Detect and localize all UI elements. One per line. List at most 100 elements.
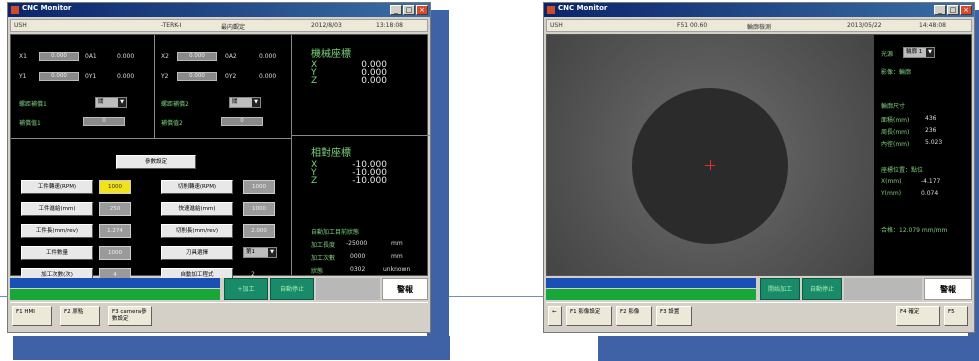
pitch-comp-2-label: 螺距補償2 <box>161 101 189 108</box>
window-title: CNC Monitor <box>22 4 72 12</box>
contour-size-title: 輪廓尺寸 <box>881 103 906 110</box>
status-unit-state: unknown <box>383 266 411 273</box>
title-bar: CNC Monitor _ □ × <box>544 3 974 17</box>
auto-stop-button[interactable]: 自動停止 <box>270 278 314 300</box>
inner-diameter-label: 內徑(mm) <box>881 141 910 148</box>
status-value-length: -25000 <box>346 240 368 247</box>
tool-select-dropdown[interactable]: 第1 ▼ <box>243 247 277 258</box>
progress-area: 開始加工 自動停止 警報 <box>546 278 972 300</box>
info-mode: 輪廓檢測 <box>747 24 772 31</box>
maximize-button[interactable]: □ <box>403 5 415 15</box>
perimeter-value: 236 <box>925 127 937 134</box>
pitch-comp-2-select[interactable]: 關 ▼ <box>229 97 261 108</box>
rel-value-z: -10.000 <box>352 176 387 186</box>
close-button[interactable]: × <box>416 5 428 15</box>
cutting-rpm-button[interactable]: 切削轉速(RPM) <box>161 180 233 194</box>
result-text: 合格：12.079 mm/mm <box>881 227 948 234</box>
value-ay2: 0.000 <box>259 73 277 80</box>
f4-confirm-button[interactable]: F4 確定 <box>896 306 940 326</box>
workpiece-length-value[interactable]: 1.274 <box>99 224 131 238</box>
minimize-button[interactable]: _ <box>390 5 402 15</box>
auto-stop-button[interactable]: 自動停止 <box>802 278 842 300</box>
status-label-state: 狀態 <box>311 268 324 275</box>
app-icon <box>547 6 555 14</box>
status-value-state: 0302 <box>350 266 366 273</box>
workpiece-rpm-value[interactable]: 1000 <box>99 180 131 194</box>
function-key-bar: F1 HMI F2 原點 F3 camera參數設定 <box>10 302 428 330</box>
light-label: 光源 <box>881 51 894 58</box>
cutting-length-button[interactable]: 切削長(mm/rev) <box>161 224 233 238</box>
axis-label-x1: X1 <box>19 53 27 60</box>
comp-value-2-field[interactable]: 0 <box>221 117 263 126</box>
cutting-rpm-value[interactable]: 1000 <box>243 180 275 194</box>
workpiece-count-value[interactable]: 1000 <box>99 246 131 260</box>
connector-line-left <box>0 296 7 297</box>
mech-value-z: 0.000 <box>361 76 387 86</box>
chevron-down-icon: ▼ <box>268 248 276 257</box>
axis-label-x2: X2 <box>161 53 169 60</box>
start-machining-button[interactable]: +加工 <box>224 278 268 300</box>
workpiece-length-button[interactable]: 工件長(mm/rev) <box>21 224 93 238</box>
f3-settings-button[interactable]: F3 設置 <box>656 306 692 326</box>
axis-label-a1: 0A1 <box>85 53 97 60</box>
f1-hmi-button[interactable]: F1 HMI <box>12 306 52 326</box>
axis-label-ay1: 0Y1 <box>85 73 97 80</box>
window-title: CNC Monitor <box>558 4 608 12</box>
status-label-count: 加工次數 <box>311 255 336 262</box>
connector-line-mid <box>449 296 543 297</box>
mech-axis-z: Z <box>311 76 318 86</box>
info-bar: USH -TERK-I 最内觀定 2012/8/03 13:18:08 <box>10 19 428 32</box>
info-program: F51 00.60 <box>677 22 708 29</box>
progress-bar <box>546 278 756 300</box>
axis-label-y1: Y1 <box>19 73 27 80</box>
comp-value-1-field[interactable]: 0 <box>83 117 125 126</box>
start-machining-button[interactable]: 開始加工 <box>760 278 800 300</box>
maximize-button[interactable]: □ <box>947 5 959 15</box>
status-empty <box>316 278 380 300</box>
pitch-comp-1-select[interactable]: 關 ▼ <box>95 97 127 108</box>
f5-button[interactable]: F5 <box>944 306 968 326</box>
f2-image-button[interactable]: F2 影像 <box>616 306 652 326</box>
workpiece-feed-value[interactable]: 250 <box>99 202 131 216</box>
minimize-button[interactable]: _ <box>934 5 946 15</box>
chevron-down-icon: ▼ <box>118 98 126 107</box>
coord-position-title: 座標位置：點位 <box>881 167 924 174</box>
progress-bar <box>10 278 220 300</box>
rapid-feed-value[interactable]: 1000 <box>243 202 275 216</box>
cutting-length-value[interactable]: 2.000 <box>243 224 275 238</box>
field-x2[interactable]: 0.000 <box>177 52 217 61</box>
field-x1[interactable]: 0.000 <box>39 52 79 61</box>
function-key-bar: ← F1 影像設定 F2 影像 F3 設置 F4 確定 F5 <box>546 302 972 330</box>
field-y2[interactable]: 0.000 <box>177 72 217 81</box>
axis-label-ay2: 0Y2 <box>225 73 237 80</box>
comp-value-1-label: 補償值1 <box>19 120 41 127</box>
status-unit-count: mm <box>391 253 403 260</box>
back-button[interactable]: ← <box>548 306 562 326</box>
f2-origin-button[interactable]: F2 原點 <box>60 306 100 326</box>
f1-image-setting-button[interactable]: F1 影像設定 <box>566 306 612 326</box>
auto-program-value: 2 <box>251 271 255 278</box>
title-bar: CNC Monitor _ □ × <box>8 3 430 17</box>
param-setting-button[interactable]: 參數設定 <box>116 155 196 169</box>
pitch-comp-1-label: 螺距補償1 <box>19 101 47 108</box>
cnc-monitor-window-main: CNC Monitor _ □ × USH -TERK-I 最内觀定 2012/… <box>7 2 431 333</box>
close-button[interactable]: × <box>960 5 972 15</box>
light-mode-select[interactable]: 輪廓 1 ▼ <box>903 47 935 58</box>
workpiece-rpm-button[interactable]: 工件轉速(RPM) <box>21 180 93 194</box>
info-date: 2013/05/22 <box>847 22 882 29</box>
f3-camera-setting-button[interactable]: F3 camera參數設定 <box>108 306 152 326</box>
rapid-feed-button[interactable]: 快速進給(mm) <box>161 202 233 216</box>
blue-decor-bar-right <box>598 336 979 361</box>
tool-select-button[interactable]: 刀具選擇 <box>161 246 233 260</box>
comp-value-2-label: 補償值2 <box>161 120 183 127</box>
chevron-down-icon: ▼ <box>926 48 934 57</box>
alarm-indicator: 警報 <box>382 278 428 300</box>
workpiece-count-button[interactable]: 工件數量 <box>21 246 93 260</box>
image-mode-text: 影像：輪廓 <box>881 69 912 76</box>
chevron-down-icon: ▼ <box>252 98 260 107</box>
workpiece-feed-button[interactable]: 工件進給(mm) <box>21 202 93 216</box>
camera-side-panel: 光源 輪廓 1 ▼ 影像：輪廓 輪廓尺寸 面積(mm) 436 周長(mm) 23… <box>875 35 971 275</box>
camera-view[interactable] <box>547 35 874 275</box>
field-y1[interactable]: 0.000 <box>39 72 79 81</box>
coord-x-label: X(mm) <box>881 178 902 185</box>
